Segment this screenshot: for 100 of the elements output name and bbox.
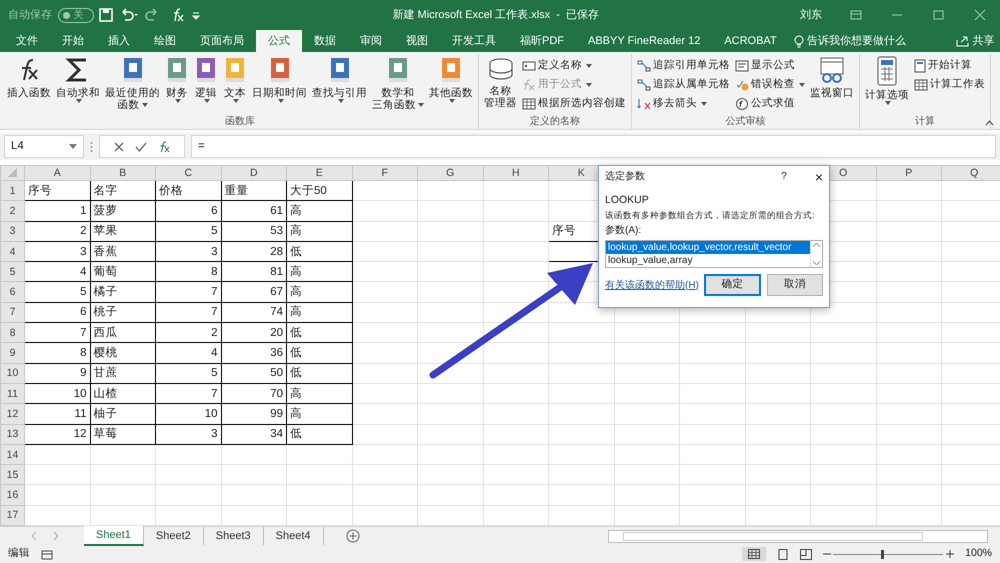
cancel-icon[interactable] bbox=[114, 142, 124, 152]
ribbon-button[interactable]: 显示公式 bbox=[733, 56, 807, 75]
row-header[interactable]: 10 bbox=[0, 363, 24, 384]
column-header[interactable]: Q bbox=[942, 166, 1000, 180]
arguments-list[interactable]: lookup_value,lookup_vector,result_vector lookup_value,array bbox=[605, 240, 823, 268]
ribbon-button[interactable]: 日期和时间 bbox=[250, 54, 309, 115]
list-scrollbar[interactable] bbox=[810, 241, 822, 267]
row-header[interactable]: 6 bbox=[0, 282, 24, 302]
column-header[interactable]: E bbox=[286, 166, 352, 180]
maximize-icon[interactable] bbox=[932, 10, 944, 20]
cancel-button[interactable]: 取消 bbox=[766, 274, 823, 296]
row-header[interactable]: 11 bbox=[0, 383, 24, 404]
row-header[interactable]: 4 bbox=[0, 241, 24, 262]
ribbon-button[interactable]: 数学和 三角函数 bbox=[370, 54, 426, 115]
row-header[interactable]: 1 bbox=[0, 180, 24, 201]
row-header[interactable]: 16 bbox=[0, 484, 24, 506]
ribbon-tab[interactable]: 页面布局 bbox=[188, 30, 256, 52]
page-break-icon[interactable] bbox=[800, 548, 812, 560]
row-header[interactable]: 3 bbox=[0, 221, 24, 242]
scroll-down-icon[interactable] bbox=[813, 261, 820, 265]
customize-icon[interactable] bbox=[191, 10, 201, 20]
ribbon-button[interactable]: 追踪引用单元格 bbox=[635, 56, 732, 75]
close-icon[interactable] bbox=[974, 10, 986, 20]
zoom-slider[interactable] bbox=[881, 550, 884, 558]
ribbon-tab[interactable]: 公式 bbox=[256, 30, 302, 52]
list-item[interactable]: lookup_value,lookup_vector,result_vector bbox=[606, 241, 810, 254]
ribbon-tab[interactable]: 开发工具 bbox=[440, 30, 508, 52]
ribbon-tab[interactable]: ACROBAT bbox=[712, 30, 789, 52]
ribbon-tab[interactable]: 开始 bbox=[50, 30, 96, 52]
ribbon-button[interactable]: 插入函数 bbox=[5, 54, 53, 115]
collapse-ribbon-icon[interactable] bbox=[985, 120, 994, 126]
row-header[interactable]: 14 bbox=[0, 444, 24, 465]
ribbon-button[interactable]: 开始计算 bbox=[912, 56, 987, 75]
row-header[interactable]: 9 bbox=[0, 342, 24, 364]
ok-button[interactable]: 确定 bbox=[704, 274, 762, 296]
ribbon-button[interactable]: 移去箭头 bbox=[635, 94, 732, 113]
share-button[interactable]: 共享 bbox=[972, 32, 994, 50]
ribbon-tab[interactable]: 数据 bbox=[302, 30, 348, 52]
zoom-in-icon[interactable] bbox=[946, 550, 954, 558]
row-header[interactable]: 7 bbox=[0, 302, 24, 323]
ribbon-tab[interactable]: 审阅 bbox=[348, 30, 394, 52]
row-header[interactable]: 15 bbox=[0, 464, 24, 485]
row-header[interactable]: 12 bbox=[0, 404, 24, 424]
table-cell: 低 bbox=[286, 241, 352, 262]
normal-view-icon[interactable] bbox=[742, 547, 766, 561]
column-header[interactable]: G bbox=[418, 166, 483, 180]
row-header[interactable]: 8 bbox=[0, 322, 24, 343]
help-link[interactable]: 有关该函数的帮助(H) bbox=[605, 278, 699, 292]
column-header[interactable]: B bbox=[90, 166, 156, 180]
row-header[interactable]: 5 bbox=[0, 262, 24, 282]
ribbon-button[interactable]: 逻辑 bbox=[192, 54, 220, 115]
ribbon-button[interactable]: 追踪从属单元格 bbox=[635, 75, 732, 94]
ribbon-button[interactable]: 其他函数 bbox=[427, 54, 475, 115]
row-header[interactable]: 13 bbox=[0, 424, 24, 444]
add-sheet-icon[interactable] bbox=[346, 529, 360, 543]
name-box[interactable]: L4 bbox=[4, 135, 84, 158]
ribbon-button[interactable]: 计算工作表 bbox=[912, 75, 987, 94]
column-header[interactable]: C bbox=[156, 166, 221, 180]
table-cell: 低 bbox=[286, 322, 352, 343]
drag-handle-icon[interactable] bbox=[90, 140, 93, 152]
scroll-up-icon[interactable] bbox=[813, 243, 820, 247]
page-layout-icon[interactable] bbox=[776, 548, 789, 560]
save-icon[interactable] bbox=[99, 8, 113, 22]
ribbon-tab[interactable]: 文件 bbox=[4, 30, 50, 52]
ribbon-button[interactable]: 根据所选内容创建 bbox=[520, 94, 628, 113]
ribbon-button[interactable]: 计算选项 bbox=[863, 54, 911, 115]
ribbon-button[interactable]: 文本 bbox=[221, 54, 249, 115]
table-cell: 11 bbox=[24, 404, 90, 424]
ribbon-button[interactable]: 监视窗口 bbox=[808, 54, 856, 115]
ribbon-tab[interactable]: 福昕PDF bbox=[508, 30, 576, 52]
list-item[interactable]: lookup_value,array bbox=[606, 254, 810, 267]
row-header[interactable]: 2 bbox=[0, 200, 24, 222]
formula-field[interactable]: = bbox=[191, 135, 996, 158]
ribbon-button[interactable]: 财务 bbox=[163, 54, 191, 115]
column-header[interactable]: F bbox=[352, 166, 418, 180]
column-header[interactable]: P bbox=[876, 166, 942, 180]
enter-icon[interactable] bbox=[135, 142, 147, 152]
macro-record-icon[interactable] bbox=[41, 548, 53, 560]
zoom-level[interactable]: 100% bbox=[965, 546, 992, 562]
column-header[interactable]: H bbox=[483, 166, 548, 180]
ribbon-button[interactable]: 定义名称 bbox=[520, 56, 628, 75]
tell-me-field[interactable]: 告诉我你想要做什么 bbox=[806, 32, 906, 50]
column-header[interactable]: A bbox=[24, 166, 90, 180]
ribbon-tab[interactable]: ABBYY FineReader 12 bbox=[576, 30, 712, 52]
ribbon-tab[interactable]: 插入 bbox=[96, 30, 142, 52]
horizontal-scrollbar[interactable] bbox=[608, 530, 988, 542]
ribbon-button[interactable]: 错误检查 bbox=[733, 75, 807, 94]
insert-function-icon[interactable] bbox=[158, 140, 170, 152]
ribbon-tab[interactable]: 绘图 bbox=[142, 30, 188, 52]
ribbon-button[interactable]: 最近使用的 函数 bbox=[103, 54, 162, 115]
sheet-tab[interactable]: Sheet1 bbox=[84, 526, 144, 546]
ribbon-button[interactable]: 自动求和 bbox=[54, 54, 102, 115]
ribbon-display-icon[interactable] bbox=[850, 10, 862, 20]
ribbon-tab[interactable]: 视图 bbox=[394, 30, 440, 52]
row-header[interactable]: 17 bbox=[0, 505, 24, 526]
help-button[interactable]: ? bbox=[781, 166, 787, 188]
ribbon-button[interactable]: 查找与引用 bbox=[310, 54, 369, 115]
ribbon-button[interactable]: 公式求值 bbox=[733, 94, 807, 113]
column-header[interactable]: D bbox=[221, 166, 286, 180]
ribbon-button[interactable]: 名称 管理器 bbox=[482, 54, 519, 115]
